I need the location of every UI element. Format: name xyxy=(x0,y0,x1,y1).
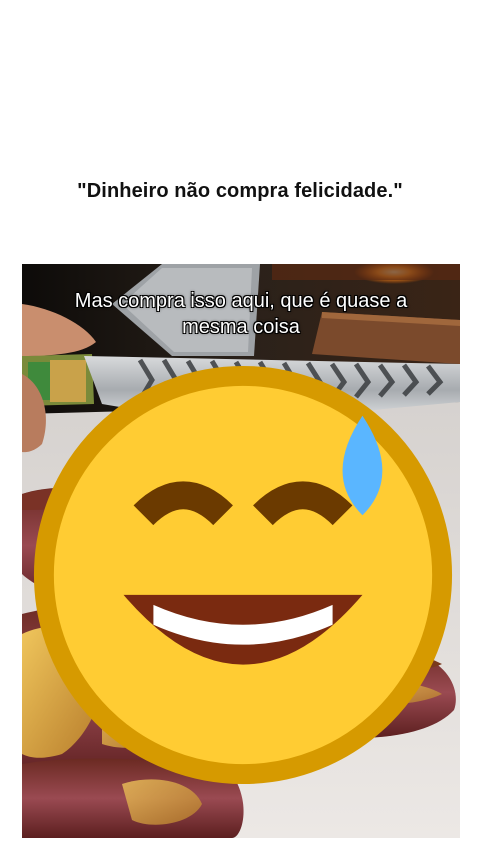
video-frame[interactable]: Mas compra isso aqui, que é quase a mesm… xyxy=(22,264,460,838)
headline: "Dinheiro não compra felicidade." xyxy=(77,180,403,202)
video-caption: Mas compra isso aqui, que é quase a mesm… xyxy=(22,288,460,785)
caption-line-2: mesma coisa xyxy=(22,314,460,785)
sweat-smile-emoji-icon xyxy=(33,365,453,785)
